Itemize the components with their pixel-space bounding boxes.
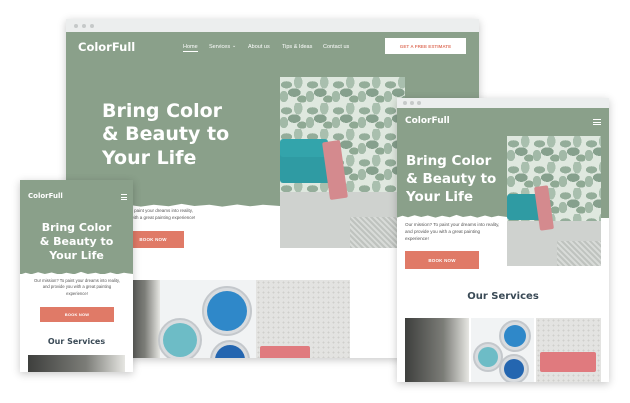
mission-text: n? To paint your dreams into reality, yo… [122, 208, 196, 220]
estimate-button[interactable]: GET A FREE ESTIMATE [385, 38, 466, 54]
window-dot [82, 23, 86, 28]
services-heading: Our Services [467, 291, 539, 302]
logo[interactable]: ColorFull [405, 116, 450, 126]
service-image-roller [405, 318, 469, 382]
hero-title: Bring Color & Beauty to Your Life [39, 221, 114, 262]
nav-contact[interactable]: Contact us [323, 44, 349, 50]
nav-services[interactable]: Services [209, 44, 230, 50]
mission-text: Our mission? To paint your dreams into r… [34, 278, 120, 296]
hamburger-menu-icon[interactable] [121, 194, 127, 202]
logo[interactable]: ColorFull [28, 192, 63, 200]
chevron-down-icon[interactable]: ⌄ [232, 43, 236, 49]
hero-title: Bring Color & Beauty to Your Life [102, 100, 230, 169]
book-now-button[interactable]: BOOK NOW [405, 251, 479, 269]
nav-tips[interactable]: Tips & Ideas [282, 44, 312, 50]
hero-room-image [280, 77, 405, 248]
window-dot [403, 101, 407, 105]
service-image-sofa [256, 280, 350, 358]
service-image-sofa [536, 318, 601, 382]
service-image-paint-cans [158, 280, 256, 358]
window-dot [417, 101, 421, 105]
window-dot [74, 23, 78, 28]
logo[interactable]: ColorFull [78, 40, 135, 54]
window-dot [410, 101, 414, 105]
service-image-roller [28, 355, 125, 372]
browser-chrome [66, 19, 479, 32]
hero-title: Bring Color & Beauty to Your Life [406, 153, 497, 206]
services-heading: Our Services [47, 337, 106, 346]
estimate-button-label: GET A FREE ESTIMATE [399, 43, 452, 49]
nav-about[interactable]: About us [248, 44, 270, 50]
mission-text: Our mission? To paint your dreams into r… [405, 222, 500, 241]
service-image-paint-cans [471, 318, 534, 382]
book-now-label: BOOK NOW [139, 237, 167, 242]
window-dot [90, 23, 94, 28]
browser-chrome [397, 98, 609, 108]
book-now-label: BOOK NOW [428, 257, 456, 263]
hero-room-image [507, 136, 601, 266]
mobile-mockup: ColorFull Bring Color & Beauty to Your L… [20, 180, 133, 372]
mobile-hero: ColorFull Bring Color & Beauty to Your L… [20, 180, 133, 274]
book-now-button[interactable]: BOOK NOW [40, 307, 114, 322]
hamburger-menu-icon[interactable] [593, 119, 601, 127]
book-now-label: BOOK NOW [64, 312, 90, 317]
nav-home[interactable]: Home [183, 44, 198, 52]
tablet-mockup: ColorFull Bring Color & Beauty to Your L… [397, 98, 609, 382]
